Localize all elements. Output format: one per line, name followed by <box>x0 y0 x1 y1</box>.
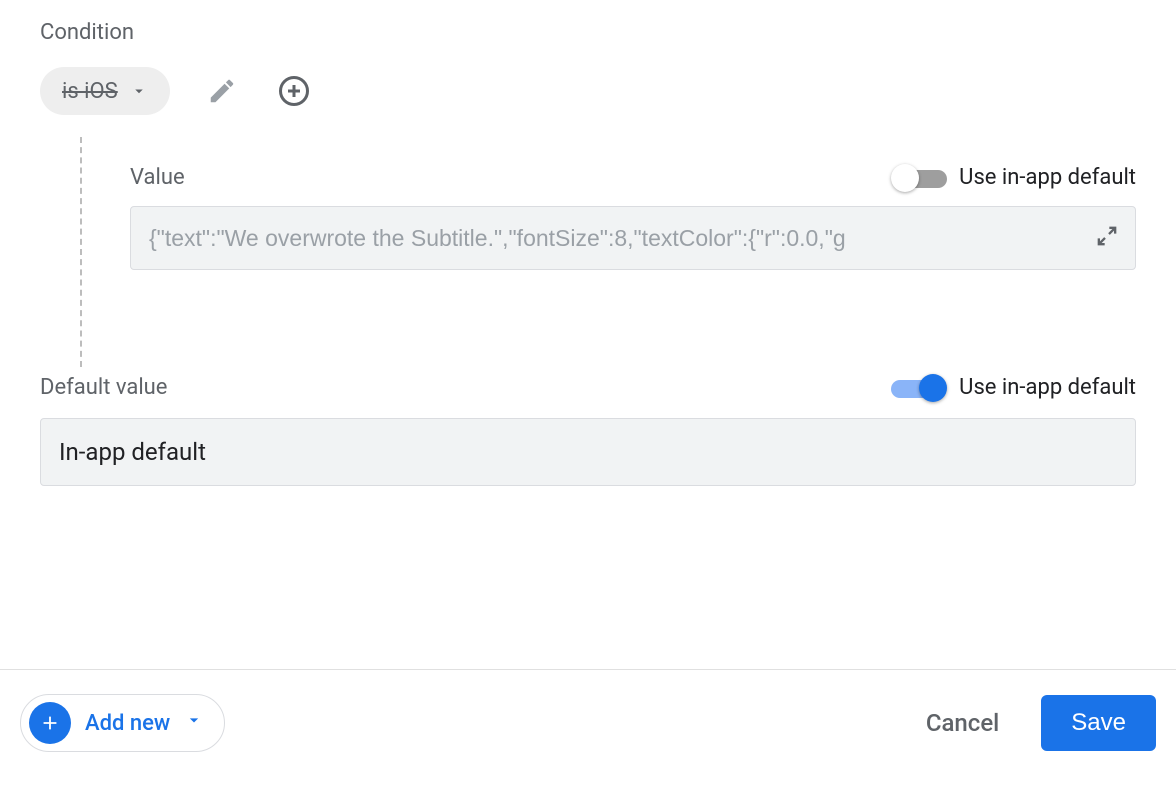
condition-chip[interactable]: is iOS <box>40 67 170 115</box>
condition-section-label: Condition <box>40 20 1156 45</box>
add-circle-icon[interactable] <box>274 71 314 111</box>
expand-icon[interactable] <box>1093 222 1121 254</box>
value-label: Value <box>130 165 185 190</box>
tree-connector <box>80 137 82 367</box>
chevron-down-icon <box>130 82 148 100</box>
value-input-container <box>130 206 1136 270</box>
add-new-label: Add new <box>85 711 170 736</box>
default-value-label: Default value <box>40 375 167 400</box>
default-use-default-label: Use in-app default <box>959 375 1136 400</box>
plus-icon <box>29 702 71 744</box>
add-new-button[interactable]: Add new <box>20 694 225 752</box>
value-input[interactable] <box>149 225 1075 252</box>
save-button[interactable]: Save <box>1041 695 1156 751</box>
default-value-input[interactable]: In-app default <box>40 418 1136 486</box>
chevron-down-icon <box>184 710 204 736</box>
condition-row: is iOS <box>40 67 1156 115</box>
default-value-text: In-app default <box>59 438 206 466</box>
default-use-default-toggle[interactable] <box>891 376 947 400</box>
condition-timeline: Value Use in-app default <box>80 123 1156 367</box>
cancel-button[interactable]: Cancel <box>914 699 1011 747</box>
condition-chip-label: is iOS <box>62 79 118 104</box>
edit-icon[interactable] <box>202 71 242 111</box>
value-use-default-label: Use in-app default <box>959 165 1136 190</box>
value-use-default-toggle[interactable] <box>891 166 947 190</box>
footer: Add new Cancel Save <box>0 669 1176 752</box>
